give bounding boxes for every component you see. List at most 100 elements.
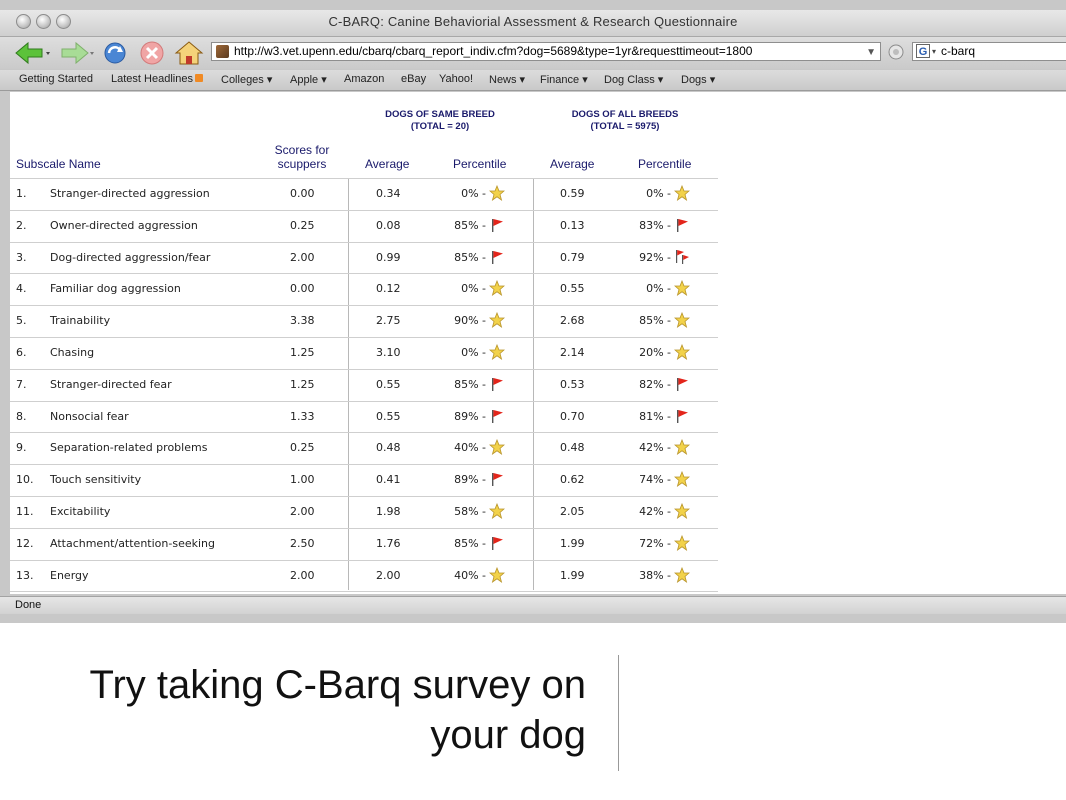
column-header-scores-line2: scuppers [277, 157, 327, 171]
all-breeds-average: 1.99 [560, 537, 585, 550]
subscale-name: Attachment/attention-seeking [50, 537, 215, 550]
all-breeds-percentile: 38% - [639, 569, 671, 582]
star-icon [488, 438, 506, 455]
bookmark-colleges[interactable]: Colleges ▾ [221, 73, 272, 86]
search-engine-icon[interactable]: G [916, 44, 930, 58]
bookmark-ebay[interactable]: eBay [401, 73, 426, 85]
all-breeds-average: 1.99 [560, 569, 585, 582]
subscale-name: Excitability [50, 505, 111, 518]
same-breed-average: 0.08 [376, 219, 401, 232]
all-breeds-percentile: 0% - [646, 187, 671, 200]
go-button-icon[interactable] [887, 43, 905, 61]
bookmarks-toolbar: Getting Started Latest Headlines College… [0, 70, 1066, 91]
all-breeds-percentile: 72% - [639, 537, 671, 550]
column-header-scores: Scores for scuppers [262, 143, 342, 171]
all-breeds-percentile: 74% - [639, 473, 671, 486]
star-icon [488, 343, 506, 360]
dog-score: 0.25 [290, 441, 315, 454]
star-icon [673, 502, 691, 519]
same-breed-percentile: 85% - [454, 251, 486, 264]
subscale-name: Dog-directed aggression/fear [50, 251, 211, 264]
star-icon [488, 184, 506, 201]
forward-arrow-icon[interactable] [56, 40, 96, 66]
subscale-name: Touch sensitivity [50, 473, 142, 486]
column-header-subscale: Subscale Name [16, 157, 101, 171]
flag-icon [489, 471, 505, 487]
caption-line-2: your dog [430, 713, 586, 757]
reload-icon[interactable] [100, 40, 130, 66]
same-breed-total: (TOTAL = 20) [410, 121, 470, 132]
row-divider [10, 432, 718, 433]
same-breed-group-header: DOGS OF SAME BREED (TOTAL = 20) [365, 109, 515, 133]
row-divider [10, 528, 718, 529]
bookmark-getting-started[interactable]: Getting Started [19, 73, 93, 85]
bookmark-apple[interactable]: Apple ▾ [290, 73, 327, 86]
same-breed-average: 3.10 [376, 346, 401, 359]
flag-icon [489, 217, 505, 233]
flag-icon [674, 217, 690, 233]
bookmark-dogs[interactable]: Dogs ▾ [681, 73, 715, 86]
row-number: 6. [16, 346, 27, 359]
all-breeds-percentile: 85% - [639, 314, 671, 327]
all-breeds-average: 0.70 [560, 410, 585, 423]
same-breed-average: 1.98 [376, 505, 401, 518]
caption-divider [618, 655, 619, 771]
same-breed-average: 2.00 [376, 569, 401, 582]
all-breeds-average: 0.48 [560, 441, 585, 454]
star-icon [488, 279, 506, 296]
site-favicon-icon [216, 45, 229, 58]
all-breeds-average: 0.62 [560, 473, 585, 486]
same-breed-percentile: 58% - [454, 505, 486, 518]
stop-icon[interactable] [138, 40, 168, 66]
same-breed-percentile: 0% - [461, 187, 486, 200]
row-divider [10, 273, 718, 274]
back-arrow-icon[interactable] [12, 40, 52, 66]
subscale-name: Trainability [50, 314, 111, 327]
dog-score: 1.25 [290, 346, 315, 359]
subscale-name: Separation-related problems [50, 441, 208, 454]
caption-line-1: Try taking C-Barq survey on [89, 663, 586, 707]
title-bar: C-BARQ: Canine Behaviorial Assessment & … [0, 10, 1066, 37]
subscale-name: Nonsocial fear [50, 410, 129, 423]
same-breed-average: 0.55 [376, 410, 401, 423]
flag-icon [674, 376, 690, 392]
all-breeds-total: (TOTAL = 5975) [590, 121, 660, 132]
address-bar-url: http://w3.vet.upenn.edu/cbarq/cbarq_repo… [234, 44, 753, 58]
all-breeds-average: 0.55 [560, 282, 585, 295]
row-number: 2. [16, 219, 27, 232]
same-breed-average: 0.34 [376, 187, 401, 200]
same-breed-percentile: 85% - [454, 537, 486, 550]
row-divider [10, 369, 718, 370]
all-breeds-average: 2.14 [560, 346, 585, 359]
same-breed-average: 0.48 [376, 441, 401, 454]
star-icon [673, 184, 691, 201]
dog-score: 1.00 [290, 473, 315, 486]
dog-score: 0.25 [290, 219, 315, 232]
same-breed-percentile: 85% - [454, 378, 486, 391]
all-breeds-average: 0.13 [560, 219, 585, 232]
all-breeds-group-header: DOGS OF ALL BREEDS (TOTAL = 5975) [550, 109, 700, 133]
dog-score: 2.00 [290, 569, 315, 582]
window-title: C-BARQ: Canine Behaviorial Assessment & … [328, 14, 738, 29]
same-breed-average: 1.76 [376, 537, 401, 550]
subscale-name: Energy [50, 569, 89, 582]
home-icon[interactable] [174, 40, 204, 66]
flag-icon [489, 535, 505, 551]
same-breed-percentile: 89% - [454, 410, 486, 423]
all-breeds-average: 2.05 [560, 505, 585, 518]
bookmark-finance[interactable]: Finance ▾ [540, 73, 588, 86]
subscale-name: Stranger-directed aggression [50, 187, 210, 200]
url-dropdown-icon[interactable]: ▼ [866, 44, 876, 60]
star-icon [673, 311, 691, 328]
search-input[interactable]: G ▾ c-barq [912, 42, 1066, 61]
dog-score: 2.00 [290, 505, 315, 518]
search-engine-dropdown-icon[interactable]: ▾ [932, 43, 936, 60]
flag-icon [489, 376, 505, 392]
bookmark-news[interactable]: News ▾ [489, 73, 525, 86]
bookmark-yahoo[interactable]: Yahoo! [439, 73, 473, 85]
bookmark-amazon[interactable]: Amazon [344, 73, 384, 85]
row-divider [10, 337, 718, 338]
bookmark-dog-class[interactable]: Dog Class ▾ [604, 73, 663, 86]
address-bar-input[interactable]: http://w3.vet.upenn.edu/cbarq/cbarq_repo… [211, 42, 881, 61]
bookmark-latest-headlines[interactable]: Latest Headlines [111, 73, 203, 85]
